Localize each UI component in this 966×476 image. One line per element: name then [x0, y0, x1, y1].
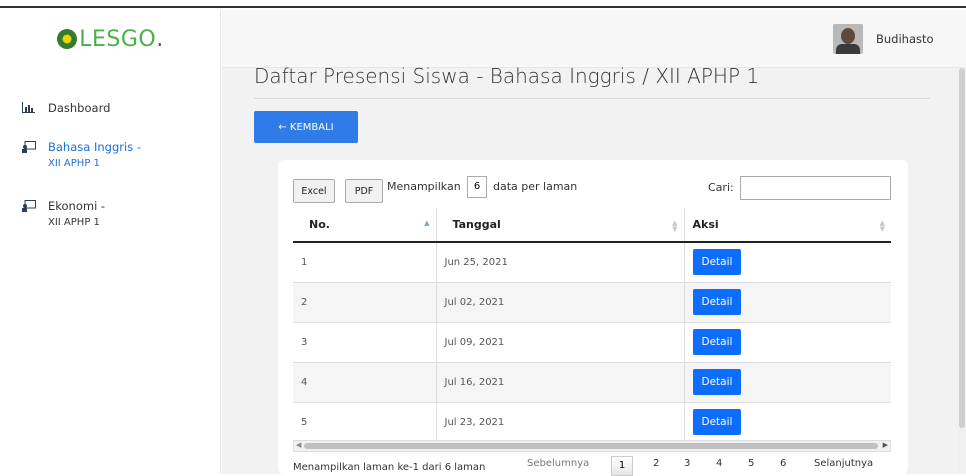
page-length-suffix: data per laman — [493, 180, 578, 193]
detail-button[interactable]: Detail — [692, 289, 742, 315]
column-header-aksi[interactable]: Aksi ▲ ▼ — [684, 208, 891, 243]
pagination-next[interactable]: Selanjutnya — [814, 458, 873, 469]
cell-tanggal: Jul 02, 2021 — [436, 282, 685, 323]
search-label: Cari: — [708, 181, 734, 194]
export-excel-button[interactable]: Excel — [293, 179, 335, 203]
cell-tanggal: Jun 25, 2021 — [436, 242, 685, 283]
column-header-no[interactable]: No. ▲ — [293, 208, 437, 243]
detail-button[interactable]: Detail — [692, 409, 742, 435]
detail-button[interactable]: Detail — [692, 329, 742, 355]
table-row: 2 Jul 02, 2021 Detail — [293, 282, 891, 323]
sort-icon: ▲ ▼ — [672, 219, 678, 233]
pagination-page-5[interactable]: 5 — [748, 458, 754, 469]
pagination-page-1[interactable]: 1 — [611, 456, 633, 476]
logo-text: LESGO — [79, 26, 157, 52]
scrollbar-thumb[interactable] — [959, 68, 965, 428]
avatar-body — [836, 44, 860, 54]
pagination-page-4[interactable]: 4 — [716, 458, 722, 469]
board-icon — [22, 141, 36, 153]
pagination-previous[interactable]: Sebelumnya — [527, 458, 589, 469]
cell-aksi: Detail — [684, 322, 891, 363]
pagination-page-2[interactable]: 2 — [653, 458, 659, 469]
user-name[interactable]: Budihasto — [876, 32, 934, 46]
school-emblem-icon — [57, 29, 78, 49]
table-row: 5 Jul 23, 2021 Detail — [293, 402, 891, 440]
cell-aksi: Detail — [684, 242, 891, 283]
cell-aksi: Detail — [684, 402, 891, 440]
page-vertical-scrollbar[interactable] — [958, 68, 966, 474]
cell-no: 2 — [293, 282, 437, 323]
sidebar-item-label: Bahasa Inggris - — [48, 140, 141, 154]
board-icon — [22, 200, 36, 212]
column-header-label: Tanggal — [452, 218, 501, 231]
scrollbar-thumb[interactable] — [304, 443, 878, 449]
search-input[interactable] — [740, 176, 891, 200]
chart-icon — [22, 102, 36, 114]
cell-aksi: Detail — [684, 362, 891, 403]
table-row: 1 Jun 25, 2021 Detail — [293, 242, 891, 283]
pagination-page-3[interactable]: 3 — [684, 458, 690, 469]
pagination-info: Menampilkan laman ke-1 dari 6 laman — [293, 462, 486, 473]
table-horizontal-scrollbar[interactable]: ◀ ▶ — [293, 440, 891, 452]
sidebar-item-label: Dashboard — [48, 101, 111, 115]
sort-icon: ▲ ▼ — [879, 219, 885, 233]
sidebar-item-ekonomi[interactable]: Ekonomi - XII APHP 1 — [22, 199, 105, 228]
brand-logo[interactable]: LESGO. — [0, 10, 221, 68]
logo-dot: . — [156, 26, 164, 52]
cell-no: 1 — [293, 242, 437, 283]
column-header-tanggal[interactable]: Tanggal ▲ ▼ — [436, 208, 685, 243]
cell-tanggal: Jul 23, 2021 — [436, 402, 685, 440]
cell-no: 3 — [293, 322, 437, 363]
pagination-page-6[interactable]: 6 — [780, 458, 786, 469]
avatar-head — [841, 28, 855, 44]
attendance-table: No. ▲ Tanggal ▲ ▼ Aksi ▲ ▼ 1 Jun 25, 2021 … — [293, 208, 891, 440]
export-pdf-button[interactable]: PDF — [345, 179, 383, 203]
cell-aksi: Detail — [684, 282, 891, 323]
avatar[interactable] — [833, 24, 863, 54]
sidebar-item-dashboard[interactable]: Dashboard — [22, 101, 110, 115]
page-length-select[interactable]: 6 — [467, 176, 487, 198]
sidebar-item-sublabel: XII APHP 1 — [48, 217, 100, 228]
sidebar-item-label: Ekonomi - — [48, 199, 106, 213]
sidebar-item-sublabel: XII APHP 1 — [48, 158, 100, 169]
table-row: 3 Jul 09, 2021 Detail — [293, 322, 891, 363]
sidebar: LESGO. — [0, 10, 221, 474]
sort-ascending-icon: ▲ — [424, 219, 430, 227]
back-button[interactable]: ← KEMBALI — [254, 111, 358, 143]
page-title: Daftar Presensi Siswa - Bahasa Inggris /… — [254, 64, 760, 88]
scroll-left-arrow-icon[interactable]: ◀ — [296, 441, 301, 449]
page-length-prefix: Menampilkan — [387, 180, 461, 193]
column-header-label: Aksi — [692, 218, 719, 231]
table-row: 4 Jul 16, 2021 Detail — [293, 362, 891, 403]
cell-tanggal: Jul 16, 2021 — [436, 362, 685, 403]
cell-no: 4 — [293, 362, 437, 403]
sidebar-item-bahasa-inggris[interactable]: Bahasa Inggris - XII APHP 1 — [22, 140, 141, 169]
title-divider — [254, 98, 930, 99]
cell-tanggal: Jul 09, 2021 — [436, 322, 685, 363]
detail-button[interactable]: Detail — [692, 369, 742, 395]
column-header-label: No. — [309, 218, 330, 231]
scroll-right-arrow-icon[interactable]: ▶ — [883, 441, 888, 449]
window-top-border — [0, 0, 966, 8]
detail-button[interactable]: Detail — [692, 249, 742, 276]
cell-no: 5 — [293, 402, 437, 440]
